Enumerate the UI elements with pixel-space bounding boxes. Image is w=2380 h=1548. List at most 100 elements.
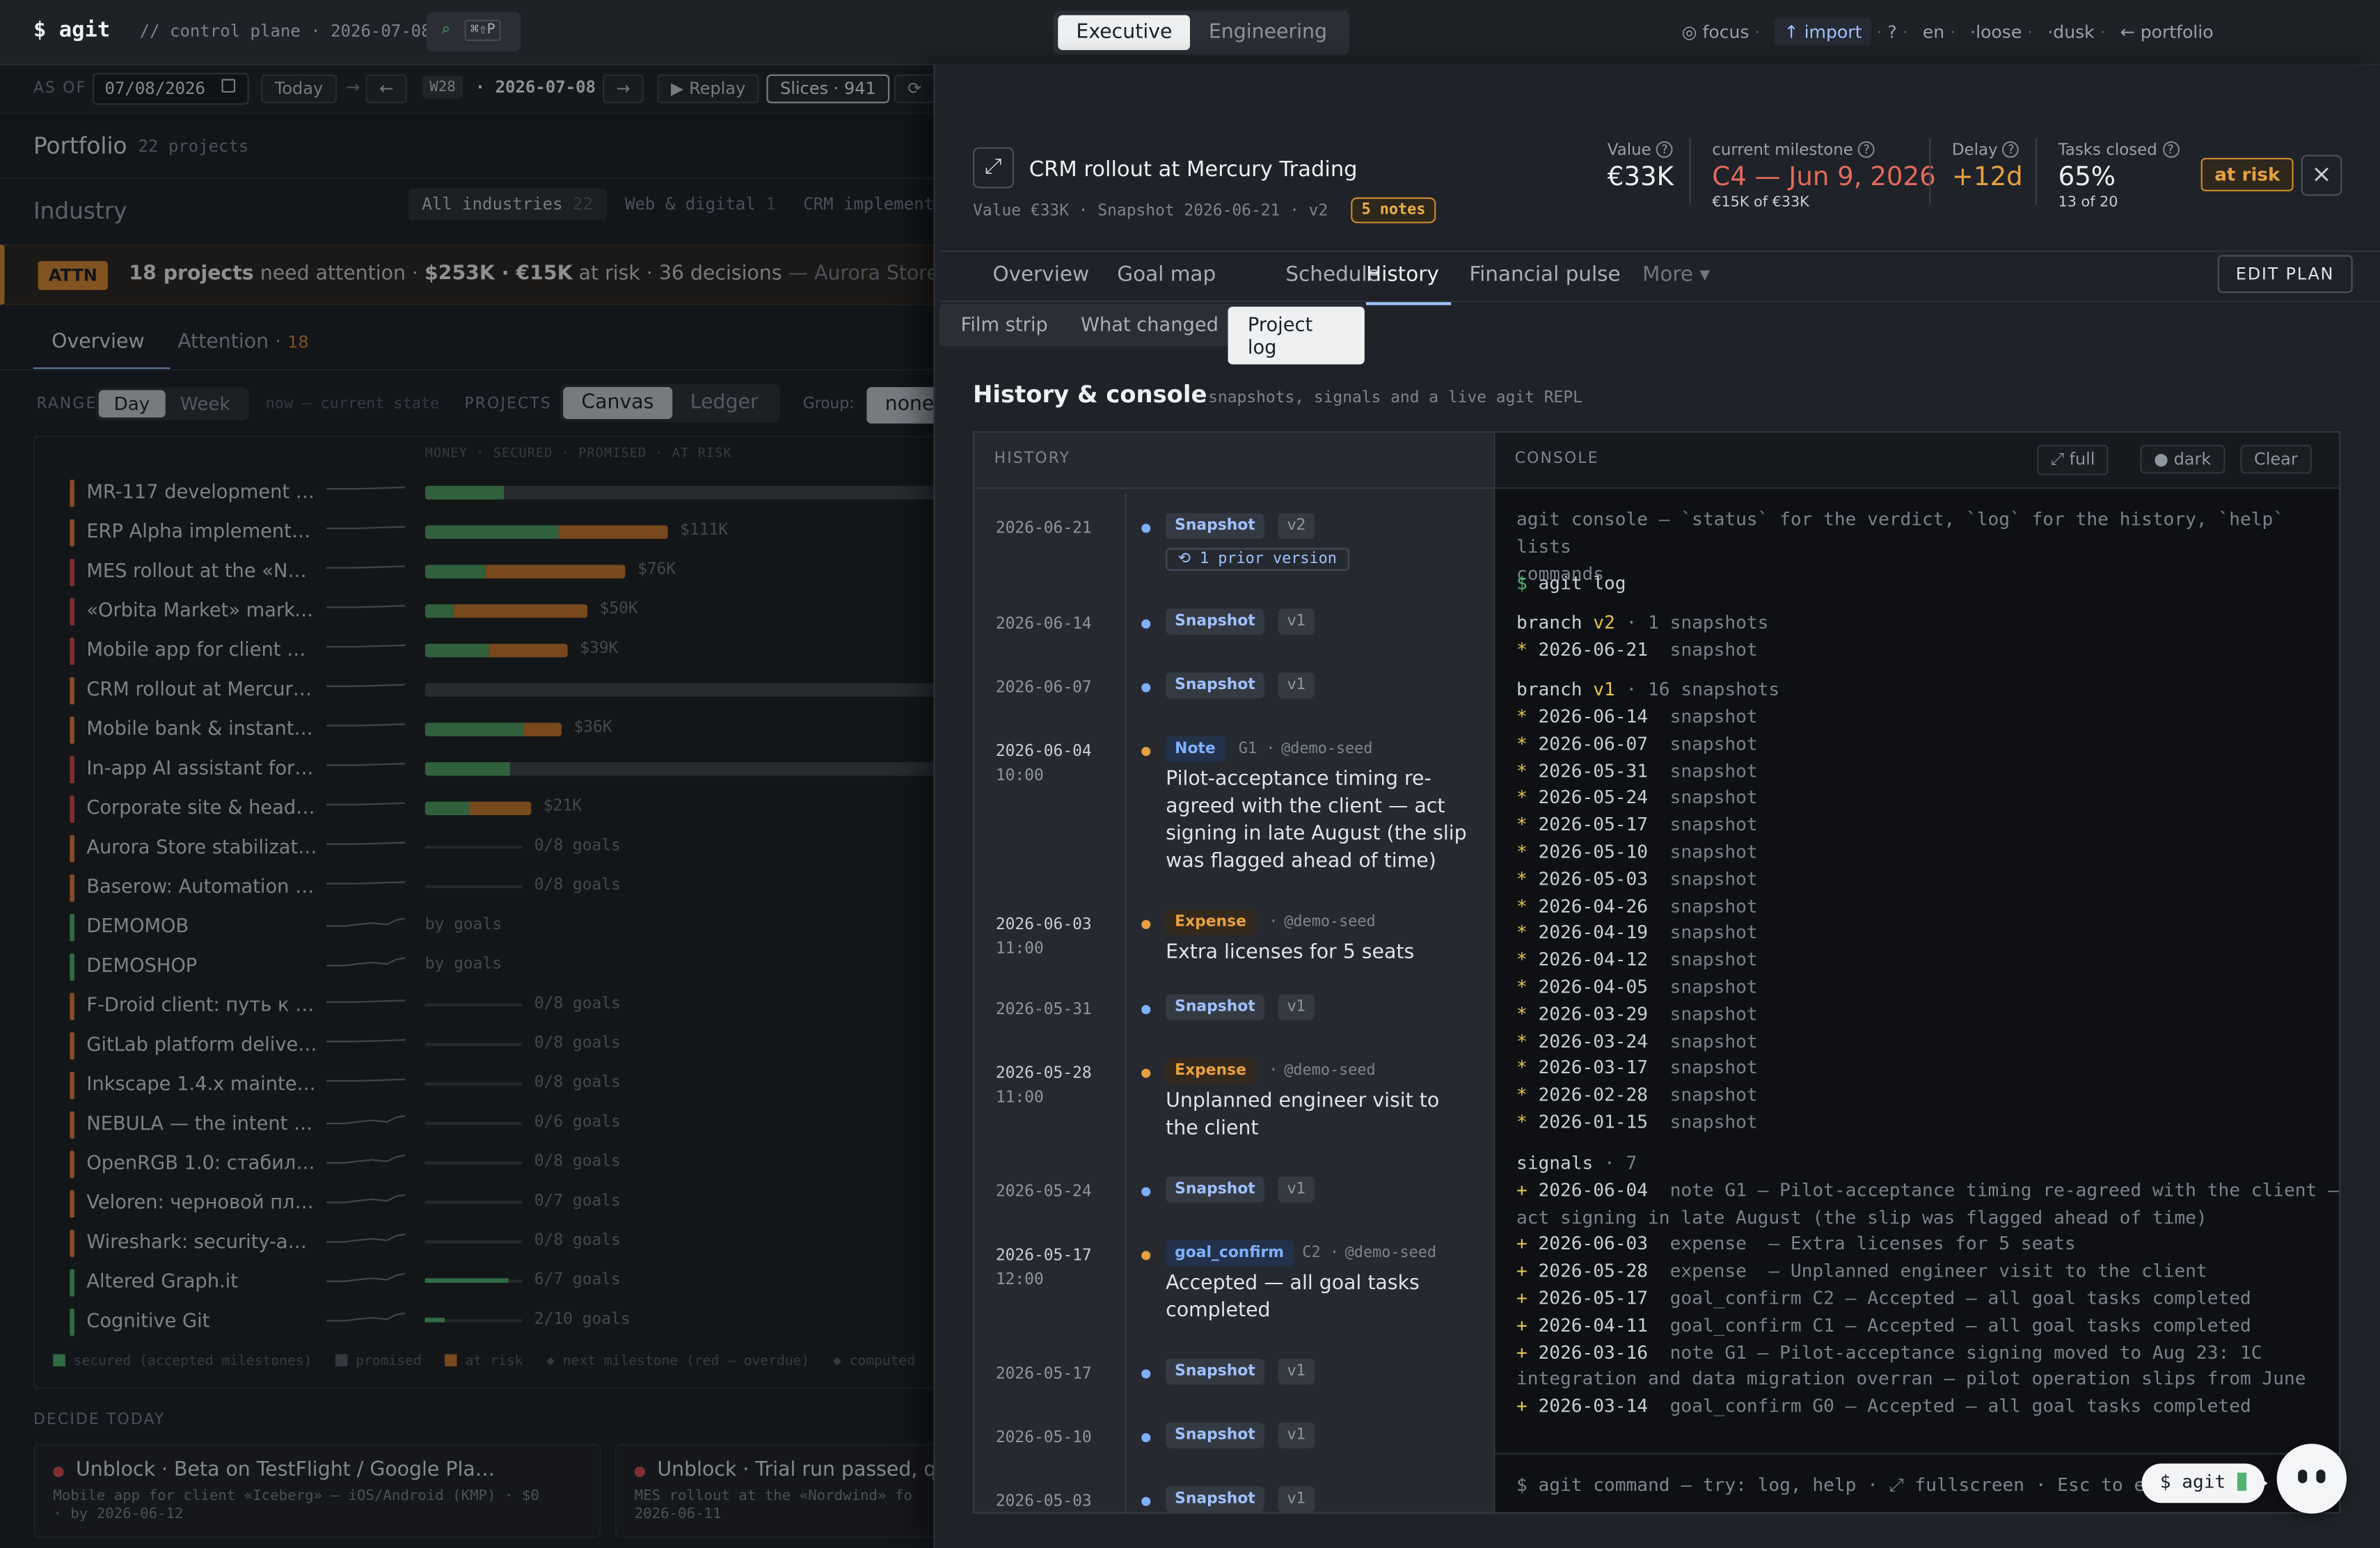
today-button[interactable]: Today	[261, 74, 337, 104]
tab-executive[interactable]: Executive	[1058, 15, 1191, 50]
sparkline-path	[326, 1194, 406, 1203]
subtab-film-strip[interactable]: Film strip	[961, 313, 1048, 335]
theme-link[interactable]: ·dusk	[2047, 22, 2094, 43]
timeline-dot	[1141, 523, 1151, 533]
money-bar	[425, 643, 568, 658]
subtab-what-changed[interactable]: What changed	[1081, 313, 1219, 335]
project-row[interactable]: Baserow: Automation v… 0/8 goals	[33, 867, 933, 906]
money-bar	[425, 801, 532, 816]
replay-button[interactable]: ▶ Replay	[657, 74, 759, 104]
timeline-dot	[1141, 1004, 1151, 1014]
sparkline-path	[326, 1154, 406, 1164]
entry-date: 2026-06-03	[995, 915, 1092, 934]
help-link[interactable]: ?	[1887, 22, 1896, 43]
entry-time: 12:00	[995, 1270, 1044, 1289]
close-icon[interactable]: ×	[2301, 155, 2342, 196]
log-entry: * 2026-05-03 snapshot	[1516, 868, 1758, 890]
project-name: Corporate site & headle…	[86, 795, 317, 819]
calendar-icon[interactable]	[221, 79, 236, 93]
agit-chip[interactable]: $ agit	[2141, 1463, 2264, 1503]
focus-link[interactable]: ◎ focus	[1682, 22, 1750, 43]
prior-version-link[interactable]: ⟲ 1 prior version	[1166, 548, 1349, 571]
goals-label: 0/8 goals	[534, 1152, 621, 1171]
filter-crm[interactable]: CRM implementa	[803, 194, 933, 214]
edit-plan-button[interactable]: EDIT PLAN	[2217, 255, 2353, 293]
expand-icon[interactable]: ⤢	[973, 147, 1014, 189]
tab-more[interactable]: More ▾	[1642, 262, 1710, 287]
import-button[interactable]: ↑ import	[1775, 18, 1871, 46]
project-row[interactable]: CRM rollout at Mercury …	[33, 670, 934, 709]
tab-goal-map[interactable]: Goal map	[1117, 262, 1216, 287]
project-row[interactable]: Wireshark: security-audi… 0/8 goals	[33, 1222, 933, 1262]
app-logo[interactable]: $ agit	[33, 18, 110, 42]
project-row[interactable]: OpenRGB 1.0: стабили… 0/8 goals	[33, 1143, 933, 1183]
project-row[interactable]: «Orbita Market» market… $50K	[33, 590, 933, 630]
project-row[interactable]: Mobile app for client «Ic… $39K	[33, 630, 933, 670]
bar-segment-risk	[454, 604, 588, 618]
log-entry: * 2026-02-28 snapshot	[1516, 1084, 1758, 1106]
entry-date: 2026-06-07	[995, 678, 1092, 697]
console-input[interactable]: $ agit command — try: log, help · ⤢ full…	[1516, 1474, 2167, 1497]
tab-engineering[interactable]: Engineering	[1191, 15, 1345, 50]
entry-type-badge: goal_confirm	[1166, 1240, 1294, 1267]
clear-button[interactable]: Clear	[2240, 445, 2312, 474]
tab-overview[interactable]: Overview	[33, 319, 170, 371]
project-row[interactable]: Veloren: черновой пла… 0/7 goals	[33, 1183, 933, 1222]
project-row[interactable]: Corporate site & headle… $21K	[33, 788, 933, 828]
project-row[interactable]: NEBULA — the intent be… 0/6 goals	[33, 1104, 933, 1144]
project-row[interactable]: Inkscape 1.4.x mainten… 0/8 goals	[33, 1064, 933, 1104]
entry-date: 2026-05-17	[995, 1364, 1092, 1384]
command-palette-button[interactable]: ⌕ ⌘⇧P	[426, 12, 521, 52]
attention-banner[interactable]: ATTN 18 projects need attention · $253K …	[0, 244, 934, 306]
prev-week-button[interactable]: ←	[365, 74, 408, 104]
filter-web-digital[interactable]: Web & digital 1	[625, 194, 776, 214]
project-row[interactable]: F-Droid client: путь к 2.0 0/8 goals	[33, 986, 933, 1025]
dark-toggle[interactable]: ● dark	[2140, 445, 2225, 474]
density-link[interactable]: ·loose	[1970, 22, 2022, 43]
project-row[interactable]: Altered Graph.it 6/7 goals	[33, 1262, 933, 1302]
tab-attention[interactable]: Attention · 18	[177, 331, 308, 354]
status-stripe	[70, 480, 74, 507]
bar-segment-gray	[504, 485, 934, 500]
subtab-project-log[interactable]: Project log	[1228, 306, 1365, 365]
slices-button[interactable]: Slices · 941	[766, 74, 890, 104]
sparkline	[326, 802, 406, 806]
assistant-avatar[interactable]	[2276, 1444, 2347, 1514]
project-row[interactable]: In-app AI assistant for «…$27K	[33, 748, 934, 788]
project-row[interactable]: DEMOSHOP by goals	[33, 946, 933, 986]
portfolio-link[interactable]: ← portfolio	[2120, 22, 2214, 43]
project-row[interactable]: Mobile bank & instant p… $36K	[33, 709, 933, 749]
sparkline	[326, 881, 406, 885]
fullscreen-button[interactable]: ⤢ full	[2037, 445, 2109, 475]
tab-overview[interactable]: Overview	[992, 262, 1089, 287]
language-link[interactable]: en	[1923, 22, 1944, 43]
sparkline-path	[326, 957, 406, 967]
range-day[interactable]: Day	[98, 390, 166, 418]
view-ledger[interactable]: Ledger	[672, 387, 777, 419]
filter-all-industries[interactable]: All industries 22	[408, 188, 607, 221]
project-row[interactable]: ERP Alpha implementati… $111K	[33, 512, 933, 551]
tab-financial-pulse[interactable]: Financial pulse	[1469, 262, 1620, 287]
notes-badge[interactable]: 5 notes	[1351, 197, 1436, 223]
group-select[interactable]: none	[866, 387, 934, 424]
range-week[interactable]: Week	[165, 390, 245, 418]
next-week-button[interactable]: →	[602, 74, 644, 104]
project-row[interactable]: DEMOMOB by goals	[33, 906, 933, 946]
refresh-icon[interactable]: ⟳	[894, 74, 936, 104]
project-name: DEMOSHOP	[86, 953, 198, 977]
sparkline	[326, 1078, 406, 1082]
decision-card[interactable]: Unblock · Trial run passed, qu MES rollo…	[614, 1444, 934, 1538]
entry-type-badge: Snapshot	[1166, 1486, 1264, 1513]
project-row[interactable]: MES rollout at the «Nor… $76K	[33, 551, 933, 591]
project-row[interactable]: GitLab platform delivery… 0/8 goals	[33, 1025, 933, 1064]
project-row[interactable]: Aurora Store stabilizatio… 0/8 goals	[33, 828, 933, 867]
view-canvas[interactable]: Canvas	[563, 387, 672, 419]
project-name: Baserow: Automation v…	[86, 874, 317, 898]
project-row[interactable]: MR-117 development —…	[33, 472, 934, 512]
tab-history[interactable]: History	[1366, 262, 1452, 306]
goals-label: 0/8 goals	[534, 836, 621, 855]
project-row[interactable]: Cognitive Git 2/10 goals	[33, 1301, 933, 1341]
goals-track	[425, 845, 523, 849]
decision-card[interactable]: Unblock · Beta on TestFlight / Google Pl…	[33, 1444, 601, 1538]
sparkline-path	[326, 526, 406, 530]
